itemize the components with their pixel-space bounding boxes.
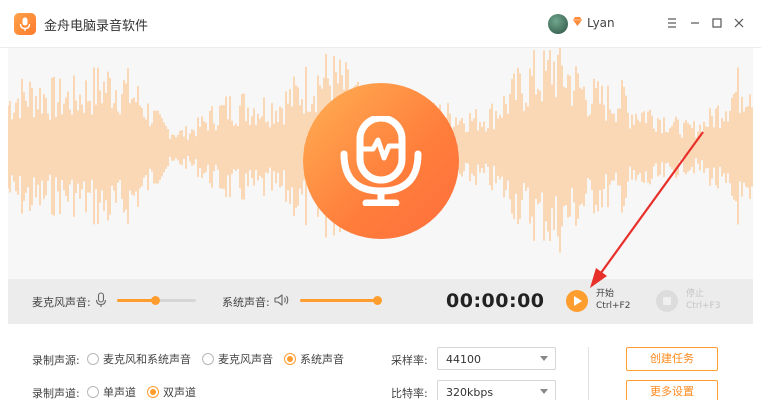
record-control-bar: 麦克风声音: 系统声音: 00:00:00 开始 Ctrl+F2 停止 Ctrl… [8,279,753,324]
stop-label: 停止 [686,289,705,299]
channel-radio-0[interactable] [87,386,99,398]
stop-record-text[interactable]: 停止 Ctrl+F3 [686,288,720,312]
mic-volume-fill [117,299,155,302]
start-record-button[interactable] [566,290,588,312]
stop-shortcut: Ctrl+F3 [686,301,721,311]
source-option-system[interactable]: 系统声音 [284,351,344,367]
mic-volume-slider[interactable] [117,296,196,305]
bitrate-select[interactable]: 320kbps [437,380,556,400]
source-radio-2[interactable] [284,353,296,365]
bitrate-label: 比特率: [391,387,428,400]
app-logo-icon [14,13,36,35]
app-title: 金舟电脑录音软件 [44,19,149,34]
system-volume-fill [300,299,377,302]
record-timer: 00:00:00 [446,290,545,312]
source-option-mic-and-system[interactable]: 麦克风和系统声音 [87,351,191,367]
channel-option-mono[interactable]: 单声道 [87,384,136,400]
system-volume-label: 系统声音: [222,296,270,309]
source-radio-0[interactable] [87,353,99,365]
minimize-icon[interactable] [684,12,706,34]
title-bar: 金舟电脑录音软件 Lyan [0,0,761,48]
maximize-icon[interactable] [706,12,728,34]
start-shortcut: Ctrl+F2 [596,301,631,311]
microphone-icon [340,116,422,206]
source-options: 麦克风和系统声音 麦克风声音 系统声音 [87,351,355,367]
menu-icon[interactable] [661,12,683,34]
start-record-text[interactable]: 开始 Ctrl+F2 [596,288,630,312]
settings-divider [588,347,589,400]
sample-rate-label: 采样率: [391,354,428,367]
system-volume-knob[interactable] [373,296,382,305]
mic-volume-label: 麦克风声音: [32,296,91,309]
source-label: 录制声源: [32,354,80,367]
source-option-mic[interactable]: 麦克风声音 [202,351,273,367]
source-radio-1[interactable] [202,353,214,365]
channel-option-label: 单声道 [103,386,136,399]
bitrate-value: 320kbps [446,386,494,399]
source-option-label: 系统声音 [300,353,344,366]
microphone-small-icon [95,292,107,307]
speaker-icon [274,294,289,306]
avatar[interactable] [548,14,568,34]
sample-rate-value: 44100 [446,353,481,366]
create-task-button[interactable]: 创建任务 [626,347,718,371]
start-label: 开始 [596,289,615,299]
channel-label: 录制声道: [32,387,80,400]
app-window: 金舟电脑录音软件 Lyan 麦克风声音: 系统声音: 00:00:00 开始 C… [0,0,761,400]
channel-radio-1[interactable] [147,386,159,398]
close-icon[interactable] [728,12,750,34]
record-mic-badge [303,83,459,239]
username[interactable]: Lyan [587,16,615,30]
vip-diamond-icon [573,17,582,26]
mic-volume-knob[interactable] [150,296,160,305]
channel-option-stereo[interactable]: 双声道 [147,384,196,400]
chevron-down-icon [540,389,548,394]
waveform-banner [8,48,753,279]
sample-rate-select[interactable]: 44100 [437,347,556,370]
channel-option-label: 双声道 [163,386,196,399]
more-settings-button[interactable]: 更多设置 [626,380,718,400]
system-volume-slider[interactable] [300,296,382,305]
channel-options: 单声道 双声道 [87,384,207,400]
chevron-down-icon [540,356,548,361]
source-option-label: 麦克风和系统声音 [103,353,191,366]
stop-record-button[interactable] [656,290,678,312]
source-option-label: 麦克风声音 [218,353,273,366]
